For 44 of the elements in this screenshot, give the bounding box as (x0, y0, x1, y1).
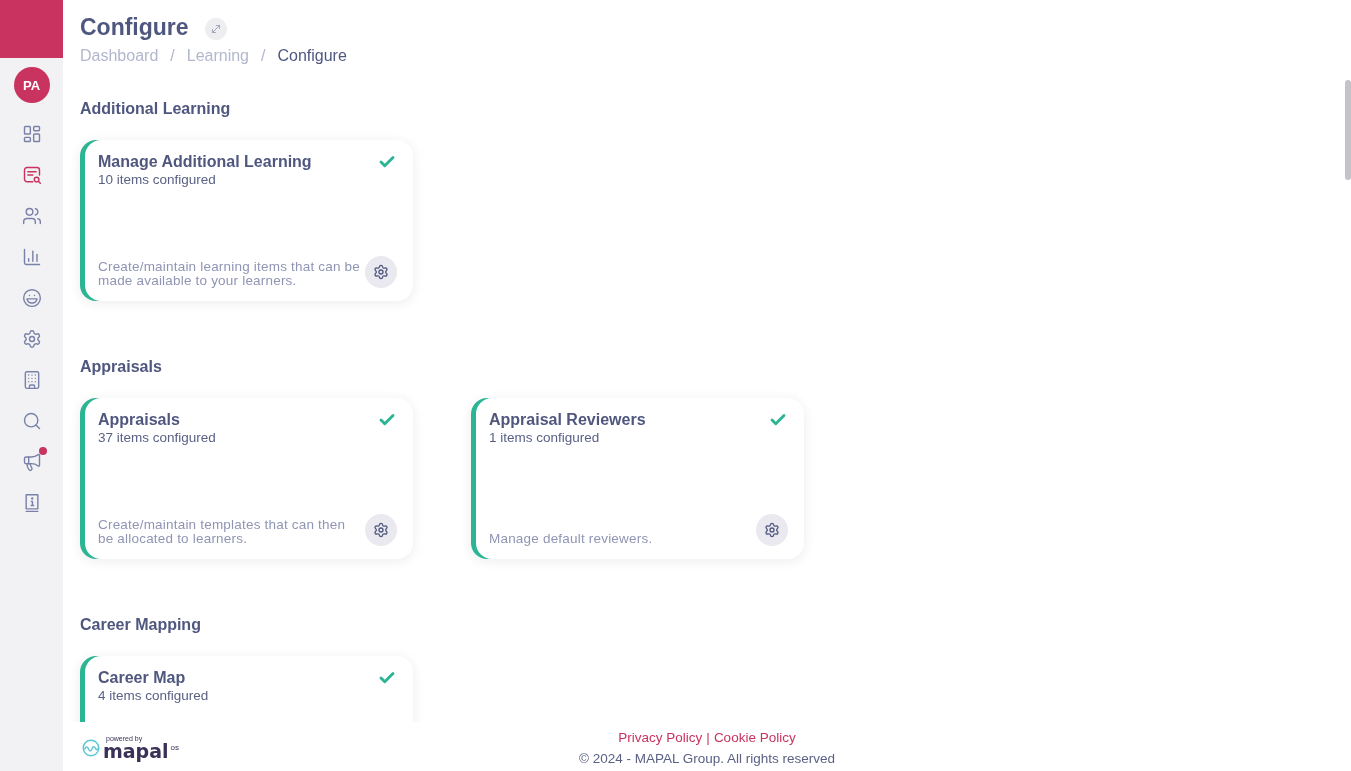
card-count: 10 items configured (98, 172, 217, 188)
search-icon[interactable] (21, 410, 42, 431)
expand-button[interactable] (204, 18, 227, 40)
card-title: Appraisal Reviewers (489, 410, 646, 430)
footer-link[interactable]: Privacy Policy (618, 730, 703, 746)
dashboard-icon[interactable] (21, 123, 42, 144)
section-heading: Career Mapping (80, 615, 201, 635)
copyright-text: © 2024 - MAPAL Group. All rights reserved (578, 751, 836, 767)
card-description: Create/maintain learning items that can be made available to your learners. (98, 260, 362, 288)
gear-icon (764, 522, 780, 538)
diagonal-arrows-icon (209, 23, 222, 35)
link-separator: | (706, 730, 710, 746)
avatar[interactable]: PA (13, 67, 50, 103)
card-count: 37 items configured (98, 430, 216, 446)
card-title: Appraisals (98, 410, 181, 430)
breadcrumb-current: Configure (277, 46, 347, 66)
breadcrumb-separator: / (261, 46, 266, 66)
card-description: Manage default reviewers. (489, 532, 654, 546)
logo-wordmark: mapal (103, 743, 169, 760)
settings-button[interactable] (365, 514, 397, 546)
section-heading: Appraisals (80, 357, 162, 377)
settings-icon[interactable] (21, 328, 42, 349)
page-title: Configure (80, 13, 189, 42)
card-count: 4 items configured (98, 688, 209, 704)
footer-link[interactable]: Cookie Policy (713, 730, 796, 746)
settings-button[interactable] (756, 514, 788, 546)
smiley-icon[interactable] (21, 287, 42, 308)
logo-suffix: os (170, 743, 179, 752)
card-count: 1 items configured (489, 430, 601, 446)
card-title: Career Map (98, 668, 187, 688)
gear-icon (373, 264, 389, 280)
sidebar-header-bar (0, 0, 63, 58)
wave-logo-icon (82, 738, 100, 757)
settings-button[interactable] (365, 256, 397, 288)
scrollbar-thumb[interactable] (1345, 80, 1351, 180)
section-heading: Additional Learning (80, 99, 231, 119)
bar-chart-icon[interactable] (21, 246, 42, 267)
users-icon[interactable] (21, 205, 42, 226)
megaphone-icon[interactable] (21, 451, 42, 472)
breadcrumb-separator: / (170, 46, 175, 66)
card-description: Create/maintain templates that can then be allocated to learners. (98, 518, 347, 546)
card-title: Manage Additional Learning (98, 152, 312, 172)
document-search-icon[interactable] (21, 164, 42, 185)
gear-icon (373, 522, 389, 538)
